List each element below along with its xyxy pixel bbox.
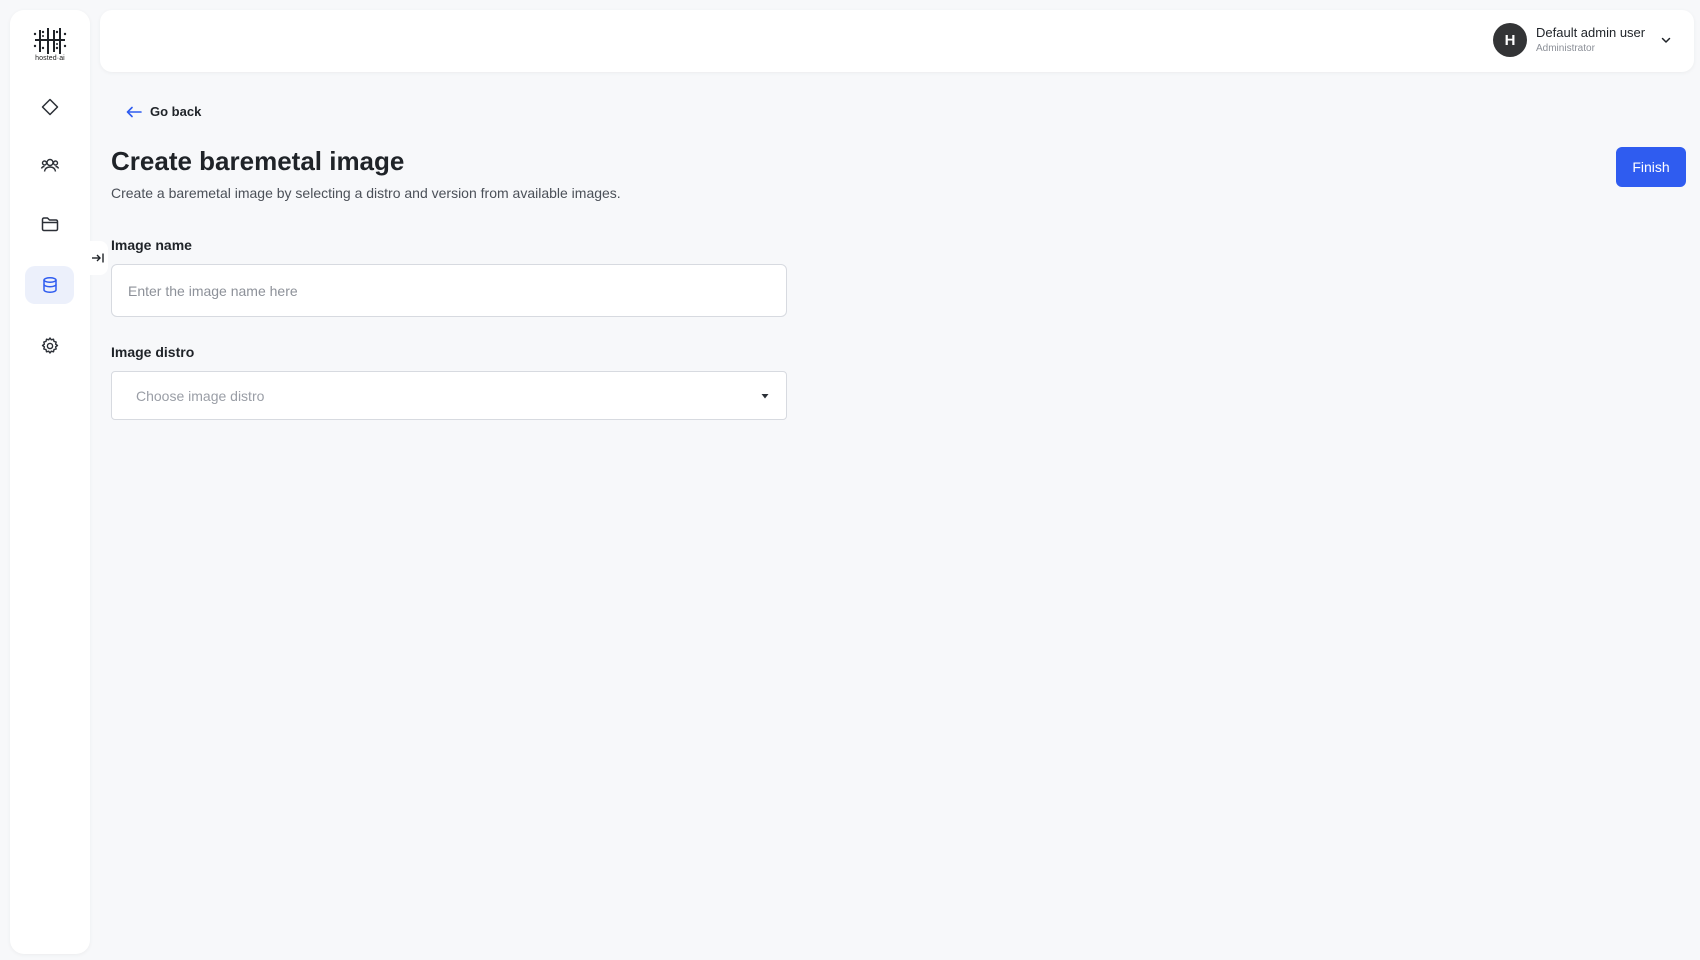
top-bar: H Default admin user Administrator (100, 10, 1694, 72)
diamond-icon (41, 98, 58, 116)
finish-button[interactable]: Finish (1616, 147, 1686, 187)
image-distro-select[interactable]: Choose image distro (111, 371, 787, 420)
gear-icon (41, 337, 58, 354)
hosted-ai-logo-icon (33, 28, 67, 54)
page-title: Create baremetal image (111, 146, 405, 176)
sidebar-item-settings[interactable] (25, 327, 74, 365)
database-icon (42, 277, 57, 293)
image-distro-label: Image distro (111, 344, 195, 360)
chevron-down-icon (1661, 37, 1671, 43)
image-name-label: Image name (111, 237, 192, 253)
sidebar-item-images[interactable] (25, 266, 74, 304)
go-back-link[interactable]: Go back (126, 104, 201, 119)
image-distro-placeholder: Choose image distro (136, 387, 265, 404)
sidebar-toggle-button[interactable] (88, 241, 108, 275)
image-name-input[interactable] (111, 264, 787, 317)
sidebar-item-users[interactable] (25, 146, 74, 184)
user-info: Default admin user Administrator (1536, 24, 1645, 56)
logo[interactable]: hosted·ai (10, 28, 90, 62)
avatar: H (1493, 23, 1527, 57)
folder-icon (41, 217, 58, 232)
users-icon (40, 158, 59, 172)
sidebar-item-files[interactable] (25, 205, 74, 243)
caret-down-icon (761, 393, 769, 398)
arrow-left-icon (126, 106, 142, 117)
expand-sidebar-icon (92, 253, 104, 263)
user-name: Default admin user (1536, 25, 1646, 40)
user-role: Administrator (1536, 43, 1595, 54)
user-menu[interactable]: H Default admin user Administrator (1493, 22, 1673, 58)
logo-text: hosted·ai (35, 55, 65, 62)
sidebar-item-dashboard[interactable] (25, 88, 74, 126)
page-subtitle: Create a baremetal image by selecting a … (111, 185, 621, 201)
sidebar: hosted·ai (10, 10, 90, 954)
go-back-label: Go back (150, 104, 202, 119)
